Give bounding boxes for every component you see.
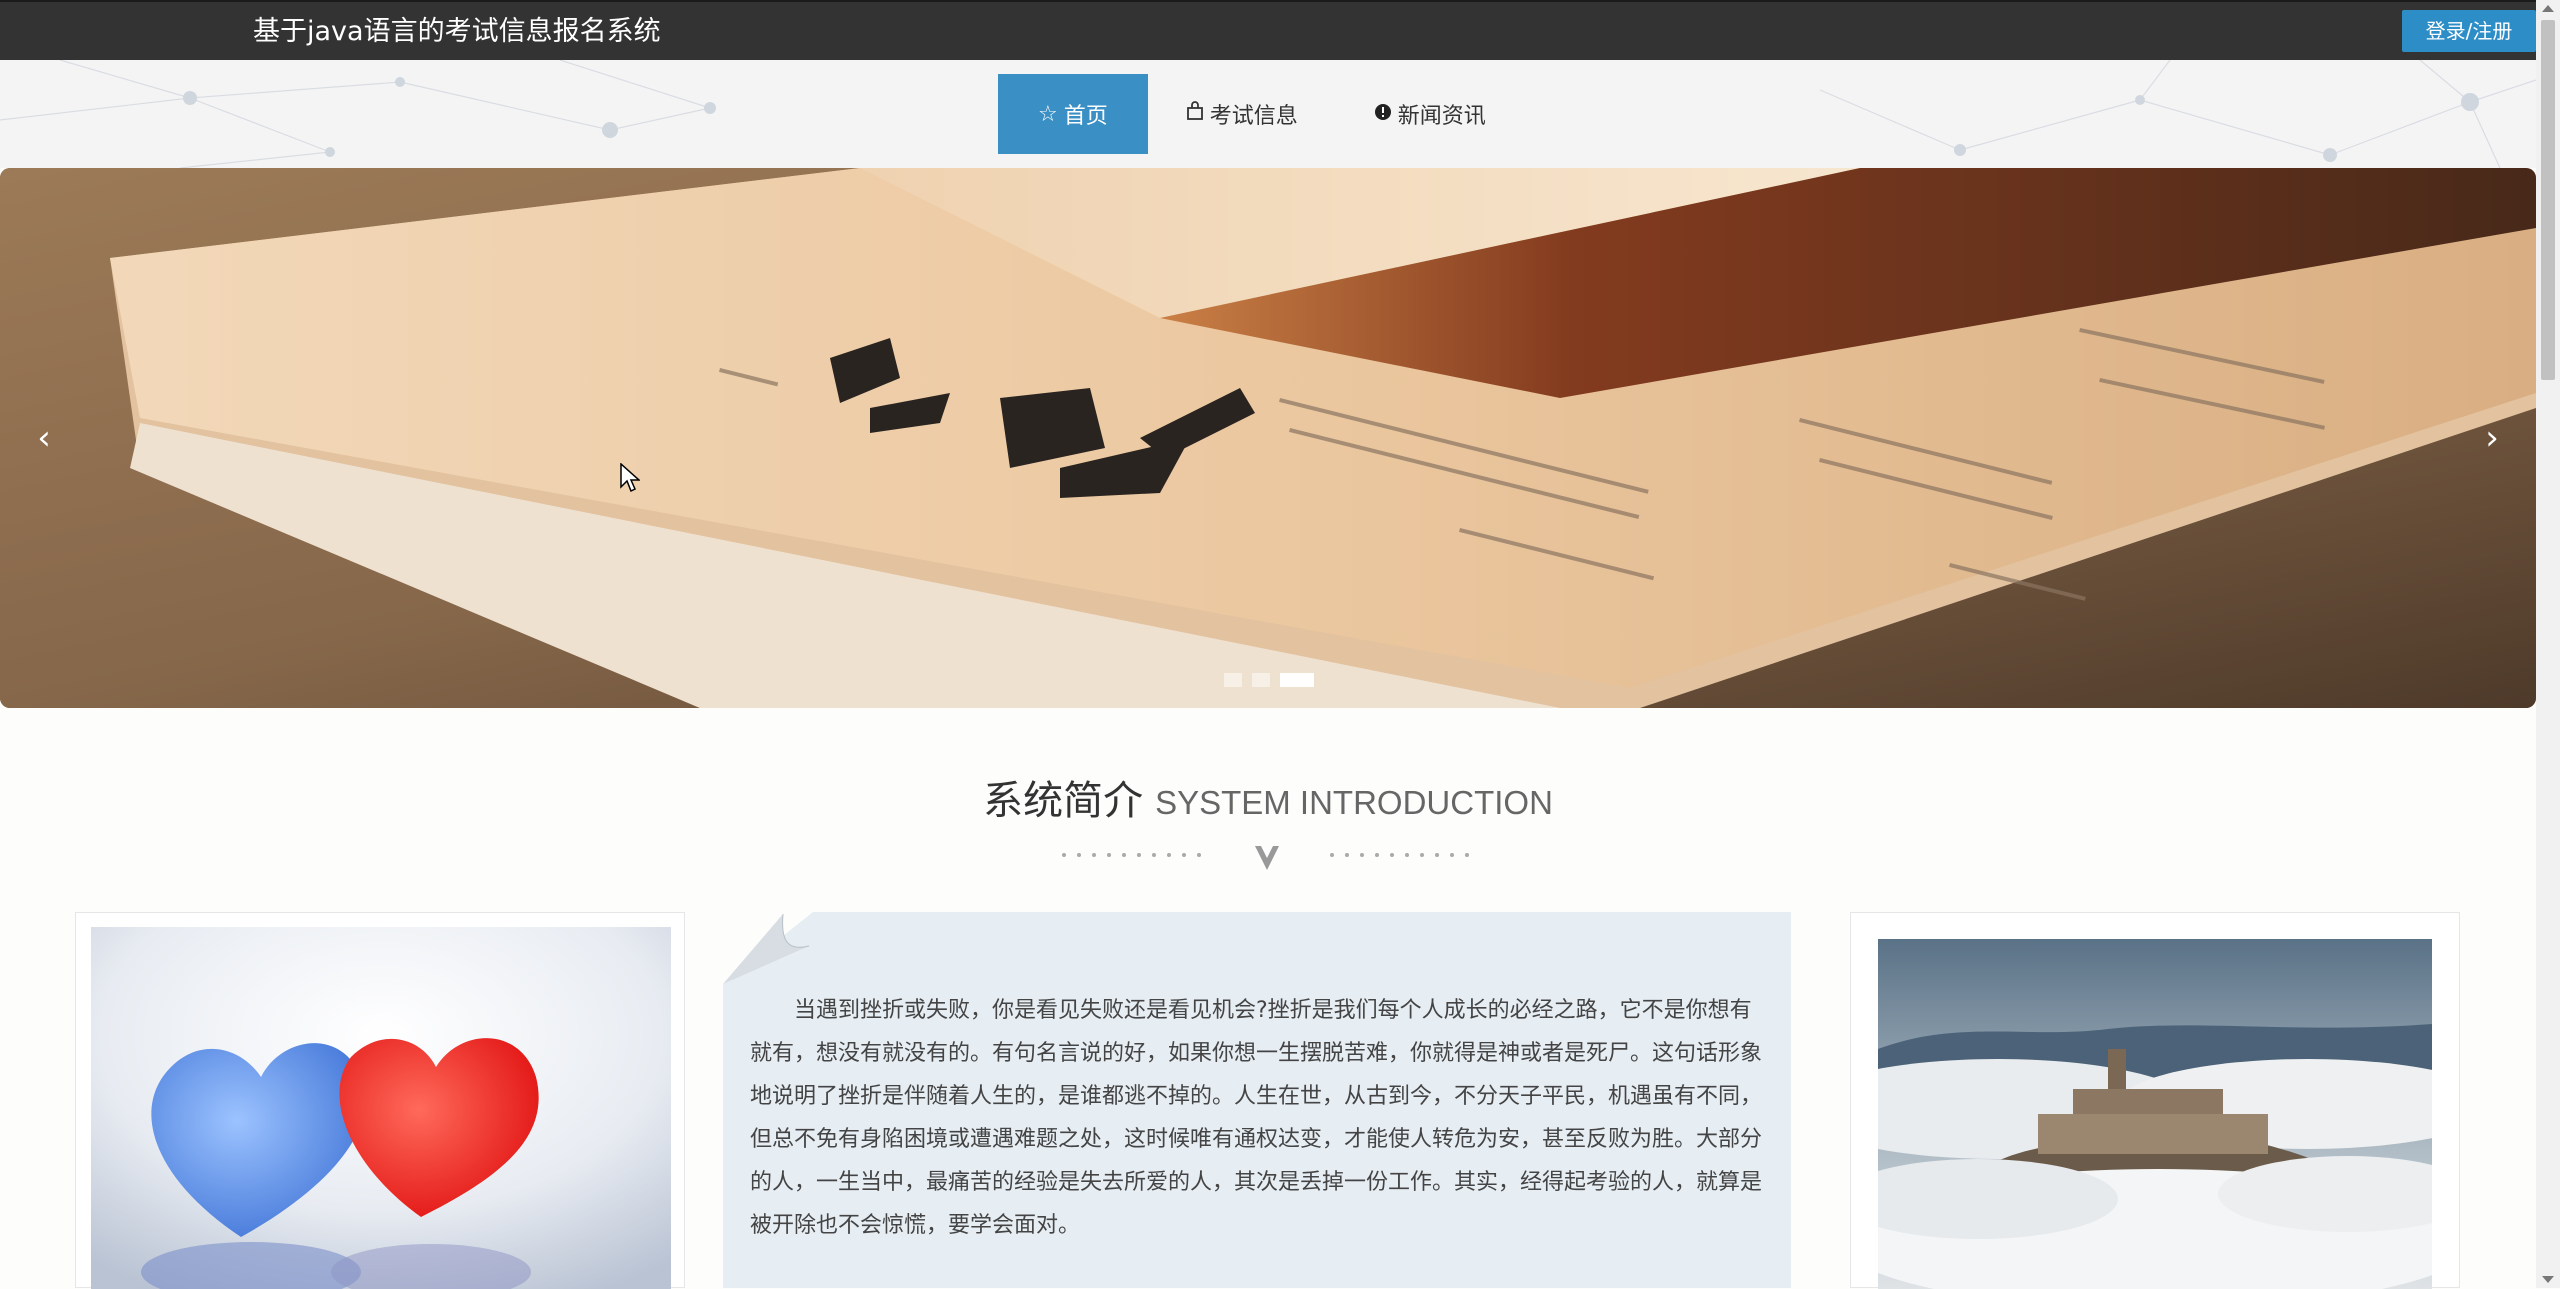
- page-curl-corner: [723, 912, 813, 984]
- intro-image-right: [1850, 912, 2460, 1289]
- mouse-cursor-icon: [620, 463, 640, 493]
- hearts-image: [91, 927, 671, 1289]
- scroll-up-arrow-icon[interactable]: [2542, 5, 2554, 12]
- nav-item-label: 新闻资讯: [1397, 104, 1486, 129]
- carousel-dot[interactable]: [1252, 673, 1270, 687]
- carousel-dot[interactable]: [1224, 673, 1242, 687]
- carousel-next-button[interactable]: ›: [2462, 408, 2522, 468]
- nav-item-label: 首页: [1063, 104, 1108, 129]
- castle-image: [1878, 939, 2432, 1289]
- top-bar: 基于java语言的考试信息报名系统 登录/注册: [0, 0, 2536, 60]
- carousel-prev-button[interactable]: ‹: [14, 408, 74, 468]
- nav-item-label: 考试信息: [1209, 104, 1298, 129]
- bag-icon: [1186, 101, 1204, 127]
- section-title-cn: 系统简介: [983, 778, 1144, 824]
- nav-band: ☆ 首页 考试信息 新闻资讯: [0, 60, 2536, 168]
- scrollbar-thumb[interactable]: [2541, 20, 2555, 380]
- carousel-indicators: [1224, 673, 1314, 687]
- star-icon: ☆: [1038, 101, 1058, 127]
- section-title: 系统简介 SYSTEM INTRODUCTION: [0, 768, 2536, 826]
- intro-text-box: 当遇到挫折或失败，你是看见失败还是看见机会?挫折是我们每个人成长的必经之路，它不…: [723, 912, 1791, 1288]
- section-divider: [1062, 846, 1469, 870]
- section-title-en: SYSTEM INTRODUCTION: [1155, 784, 1553, 821]
- main-nav: ☆ 首页 考试信息 新闻资讯: [998, 74, 1524, 154]
- intro-text: 当遇到挫折或失败，你是看见失败还是看见机会?挫折是我们每个人成长的必经之路，它不…: [750, 998, 1763, 1238]
- nav-item-exam-info[interactable]: 考试信息: [1148, 74, 1336, 154]
- carousel-dot-active[interactable]: [1280, 673, 1314, 687]
- nav-item-home[interactable]: ☆ 首页: [998, 74, 1148, 154]
- login-register-button[interactable]: 登录/注册: [2402, 10, 2536, 52]
- site-title: 基于java语言的考试信息报名系统: [253, 16, 661, 47]
- scroll-down-arrow-icon[interactable]: [2542, 1276, 2554, 1283]
- intro-image-left: [75, 912, 685, 1289]
- banner-carousel[interactable]: ‹ ›: [0, 168, 2536, 708]
- exclamation-circle-icon: [1374, 102, 1392, 127]
- banner-image: [0, 168, 2536, 708]
- nav-item-news[interactable]: 新闻资讯: [1336, 74, 1524, 154]
- page-scrollbar[interactable]: [2536, 0, 2560, 1288]
